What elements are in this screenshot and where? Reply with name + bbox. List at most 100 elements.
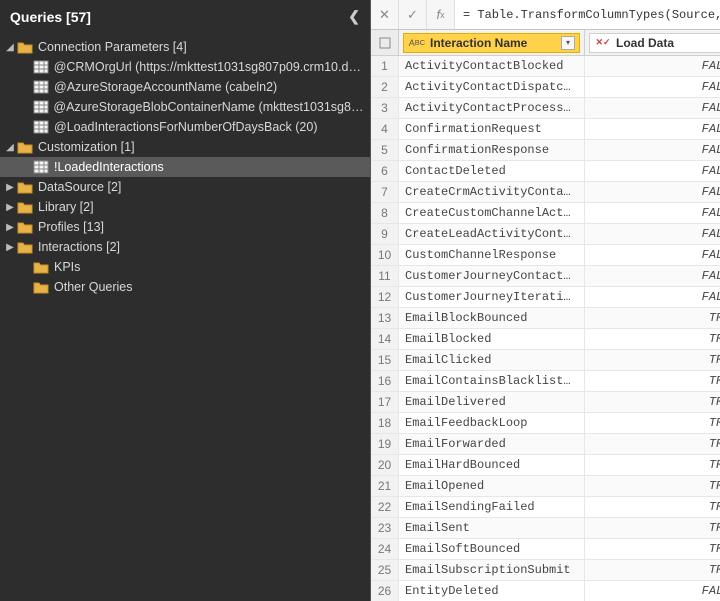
cell-load-data[interactable]: TRUE bbox=[585, 455, 720, 475]
table-row[interactable]: 10CustomChannelResponseFALSE bbox=[371, 245, 720, 266]
tree-item[interactable]: Other Queries bbox=[0, 277, 370, 297]
cell-load-data[interactable]: FALSE bbox=[585, 119, 720, 139]
table-row[interactable]: 18EmailFeedbackLoopTRUE bbox=[371, 413, 720, 434]
cell-interaction-name[interactable]: ActivityContactProcess… bbox=[399, 98, 585, 118]
row-number[interactable]: 12 bbox=[371, 287, 399, 307]
row-number[interactable]: 21 bbox=[371, 476, 399, 496]
row-number[interactable]: 8 bbox=[371, 203, 399, 223]
table-row[interactable]: 16EmailContainsBlacklist…TRUE bbox=[371, 371, 720, 392]
table-row[interactable]: 20EmailHardBouncedTRUE bbox=[371, 455, 720, 476]
row-number[interactable]: 1 bbox=[371, 56, 399, 76]
cell-load-data[interactable]: FALSE bbox=[585, 182, 720, 202]
cell-interaction-name[interactable]: EmailForwarded bbox=[399, 434, 585, 454]
row-number[interactable]: 13 bbox=[371, 308, 399, 328]
cell-interaction-name[interactable]: EmailContainsBlacklist… bbox=[399, 371, 585, 391]
table-row[interactable]: 14EmailBlockedTRUE bbox=[371, 329, 720, 350]
cell-load-data[interactable]: FALSE bbox=[585, 56, 720, 76]
row-number[interactable]: 16 bbox=[371, 371, 399, 391]
table-row[interactable]: 5ConfirmationResponseFALSE bbox=[371, 140, 720, 161]
cell-load-data[interactable]: TRUE bbox=[585, 434, 720, 454]
table-row[interactable]: 12CustomerJourneyIterati…FALSE bbox=[371, 287, 720, 308]
tree-item[interactable]: ◢Connection Parameters [4] bbox=[0, 37, 370, 57]
cell-load-data[interactable]: TRUE bbox=[585, 497, 720, 517]
cell-interaction-name[interactable]: EntityDeleted bbox=[399, 581, 585, 601]
table-row[interactable]: 3ActivityContactProcess…FALSE bbox=[371, 98, 720, 119]
cell-interaction-name[interactable]: ConfirmationResponse bbox=[399, 140, 585, 160]
cell-interaction-name[interactable]: EmailSoftBounced bbox=[399, 539, 585, 559]
grid-body[interactable]: 1ActivityContactBlockedFALSE2ActivityCon… bbox=[371, 56, 720, 601]
cell-load-data[interactable]: TRUE bbox=[585, 350, 720, 370]
cell-interaction-name[interactable]: EmailBlocked bbox=[399, 329, 585, 349]
cell-interaction-name[interactable]: EmailHardBounced bbox=[399, 455, 585, 475]
formula-cancel-button[interactable]: ✕ bbox=[371, 0, 399, 29]
tree-item[interactable]: ▶DataSource [2] bbox=[0, 177, 370, 197]
formula-fx-button[interactable]: fx bbox=[427, 0, 455, 29]
cell-interaction-name[interactable]: ActivityContactDispatc… bbox=[399, 77, 585, 97]
row-number[interactable]: 11 bbox=[371, 266, 399, 286]
cell-load-data[interactable]: FALSE bbox=[585, 245, 720, 265]
row-number[interactable]: 10 bbox=[371, 245, 399, 265]
cell-load-data[interactable]: TRUE bbox=[585, 308, 720, 328]
tree-item[interactable]: @AzureStorageBlobContainerName (mkttest1… bbox=[0, 97, 370, 117]
collapse-sidebar-icon[interactable]: ❮ bbox=[348, 8, 360, 25]
table-row[interactable]: 25EmailSubscriptionSubmitTRUE bbox=[371, 560, 720, 581]
cell-interaction-name[interactable]: EmailFeedbackLoop bbox=[399, 413, 585, 433]
table-row[interactable]: 13EmailBlockBouncedTRUE bbox=[371, 308, 720, 329]
cell-load-data[interactable]: FALSE bbox=[585, 161, 720, 181]
row-number[interactable]: 26 bbox=[371, 581, 399, 601]
row-number[interactable]: 2 bbox=[371, 77, 399, 97]
cell-load-data[interactable]: FALSE bbox=[585, 287, 720, 307]
cell-interaction-name[interactable]: EmailDelivered bbox=[399, 392, 585, 412]
table-row[interactable]: 4ConfirmationRequestFALSE bbox=[371, 119, 720, 140]
cell-interaction-name[interactable]: ActivityContactBlocked bbox=[399, 56, 585, 76]
tree-item[interactable]: ▶Library [2] bbox=[0, 197, 370, 217]
formula-accept-button[interactable]: ✓ bbox=[399, 0, 427, 29]
cell-interaction-name[interactable]: EmailBlockBounced bbox=[399, 308, 585, 328]
tree-item[interactable]: ▶Interactions [2] bbox=[0, 237, 370, 257]
cell-load-data[interactable]: FALSE bbox=[585, 266, 720, 286]
row-number[interactable]: 9 bbox=[371, 224, 399, 244]
table-row[interactable]: 19EmailForwardedTRUE bbox=[371, 434, 720, 455]
row-number[interactable]: 18 bbox=[371, 413, 399, 433]
row-number[interactable]: 15 bbox=[371, 350, 399, 370]
row-number[interactable]: 24 bbox=[371, 539, 399, 559]
table-row[interactable]: 1ActivityContactBlockedFALSE bbox=[371, 56, 720, 77]
cell-load-data[interactable]: TRUE bbox=[585, 560, 720, 580]
cell-interaction-name[interactable]: CreateLeadActivityCont… bbox=[399, 224, 585, 244]
cell-interaction-name[interactable]: CreateCrmActivityConta… bbox=[399, 182, 585, 202]
column-header-interaction-name[interactable]: ABC Interaction Name ▾ bbox=[399, 30, 585, 55]
table-row[interactable]: 17EmailDeliveredTRUE bbox=[371, 392, 720, 413]
table-row[interactable]: 26EntityDeletedFALSE bbox=[371, 581, 720, 601]
cell-load-data[interactable]: FALSE bbox=[585, 77, 720, 97]
row-number[interactable]: 3 bbox=[371, 98, 399, 118]
cell-load-data[interactable]: FALSE bbox=[585, 224, 720, 244]
cell-interaction-name[interactable]: CreateCustomChannelAct… bbox=[399, 203, 585, 223]
row-number[interactable]: 20 bbox=[371, 455, 399, 475]
table-row[interactable]: 23EmailSentTRUE bbox=[371, 518, 720, 539]
cell-interaction-name[interactable]: ContactDeleted bbox=[399, 161, 585, 181]
table-row[interactable]: 11CustomerJourneyContact…FALSE bbox=[371, 266, 720, 287]
table-row[interactable]: 8CreateCustomChannelAct…FALSE bbox=[371, 203, 720, 224]
select-all-cell[interactable] bbox=[371, 30, 399, 55]
formula-input[interactable]: = Table.TransformColumnTypes(Source,{{ bbox=[455, 0, 720, 29]
row-number[interactable]: 23 bbox=[371, 518, 399, 538]
cell-interaction-name[interactable]: EmailClicked bbox=[399, 350, 585, 370]
tree-item[interactable]: ▶Profiles [13] bbox=[0, 217, 370, 237]
tree-item[interactable]: !LoadedInteractions bbox=[0, 157, 370, 177]
row-number[interactable]: 17 bbox=[371, 392, 399, 412]
cell-interaction-name[interactable]: EmailSubscriptionSubmit bbox=[399, 560, 585, 580]
row-number[interactable]: 6 bbox=[371, 161, 399, 181]
table-row[interactable]: 6ContactDeletedFALSE bbox=[371, 161, 720, 182]
cell-interaction-name[interactable]: EmailSent bbox=[399, 518, 585, 538]
cell-interaction-name[interactable]: CustomChannelResponse bbox=[399, 245, 585, 265]
cell-load-data[interactable]: TRUE bbox=[585, 476, 720, 496]
cell-interaction-name[interactable]: ConfirmationRequest bbox=[399, 119, 585, 139]
table-row[interactable]: 9CreateLeadActivityCont…FALSE bbox=[371, 224, 720, 245]
column-filter-icon[interactable]: ▾ bbox=[561, 36, 575, 50]
table-row[interactable]: 7CreateCrmActivityConta…FALSE bbox=[371, 182, 720, 203]
tree-item[interactable]: ◢Customization [1] bbox=[0, 137, 370, 157]
row-number[interactable]: 22 bbox=[371, 497, 399, 517]
cell-load-data[interactable]: TRUE bbox=[585, 371, 720, 391]
cell-load-data[interactable]: FALSE bbox=[585, 98, 720, 118]
cell-interaction-name[interactable]: EmailSendingFailed bbox=[399, 497, 585, 517]
